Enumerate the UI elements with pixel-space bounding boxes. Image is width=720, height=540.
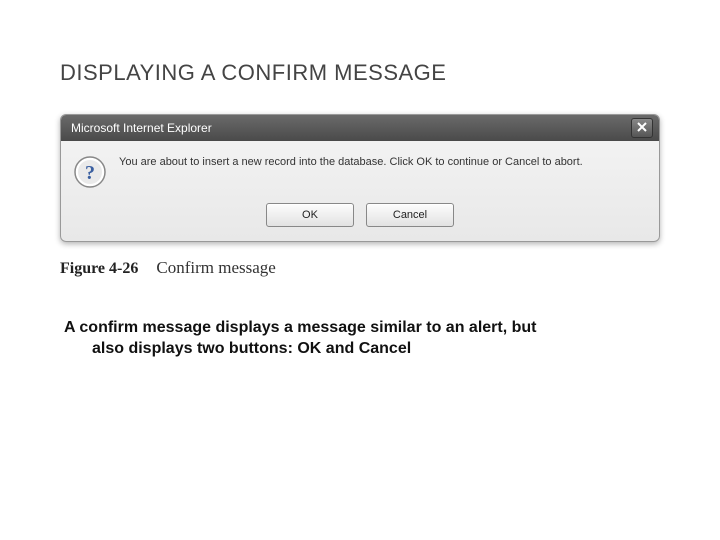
dialog-titlebar: Microsoft Internet Explorer xyxy=(61,115,659,141)
figure-caption: Figure 4-26 Confirm message xyxy=(60,258,660,278)
description-line-2: also displays two buttons: OK and Cancel xyxy=(64,339,660,360)
slide-description: A confirm message displays a message sim… xyxy=(60,318,660,360)
cancel-button[interactable]: Cancel xyxy=(366,203,454,227)
close-button[interactable] xyxy=(631,118,653,138)
dialog-body: ? You are about to insert a new record i… xyxy=(61,141,659,197)
ok-button[interactable]: OK xyxy=(266,203,354,227)
description-line-1: A confirm message displays a message sim… xyxy=(64,319,536,336)
dialog-title-text: Microsoft Internet Explorer xyxy=(71,121,212,135)
figure-number: Figure 4-26 xyxy=(60,260,138,278)
svg-text:?: ? xyxy=(85,162,95,184)
dialog-message: You are about to insert a new record int… xyxy=(119,155,583,170)
confirm-dialog: Microsoft Internet Explorer ? You are ab… xyxy=(60,114,660,242)
dialog-button-row: OK Cancel xyxy=(61,197,659,241)
question-icon: ? xyxy=(73,155,107,189)
figure-title: Confirm message xyxy=(156,258,275,278)
close-icon xyxy=(637,119,647,137)
slide-title: DISPLAYING A CONFIRM MESSAGE xyxy=(60,60,660,86)
